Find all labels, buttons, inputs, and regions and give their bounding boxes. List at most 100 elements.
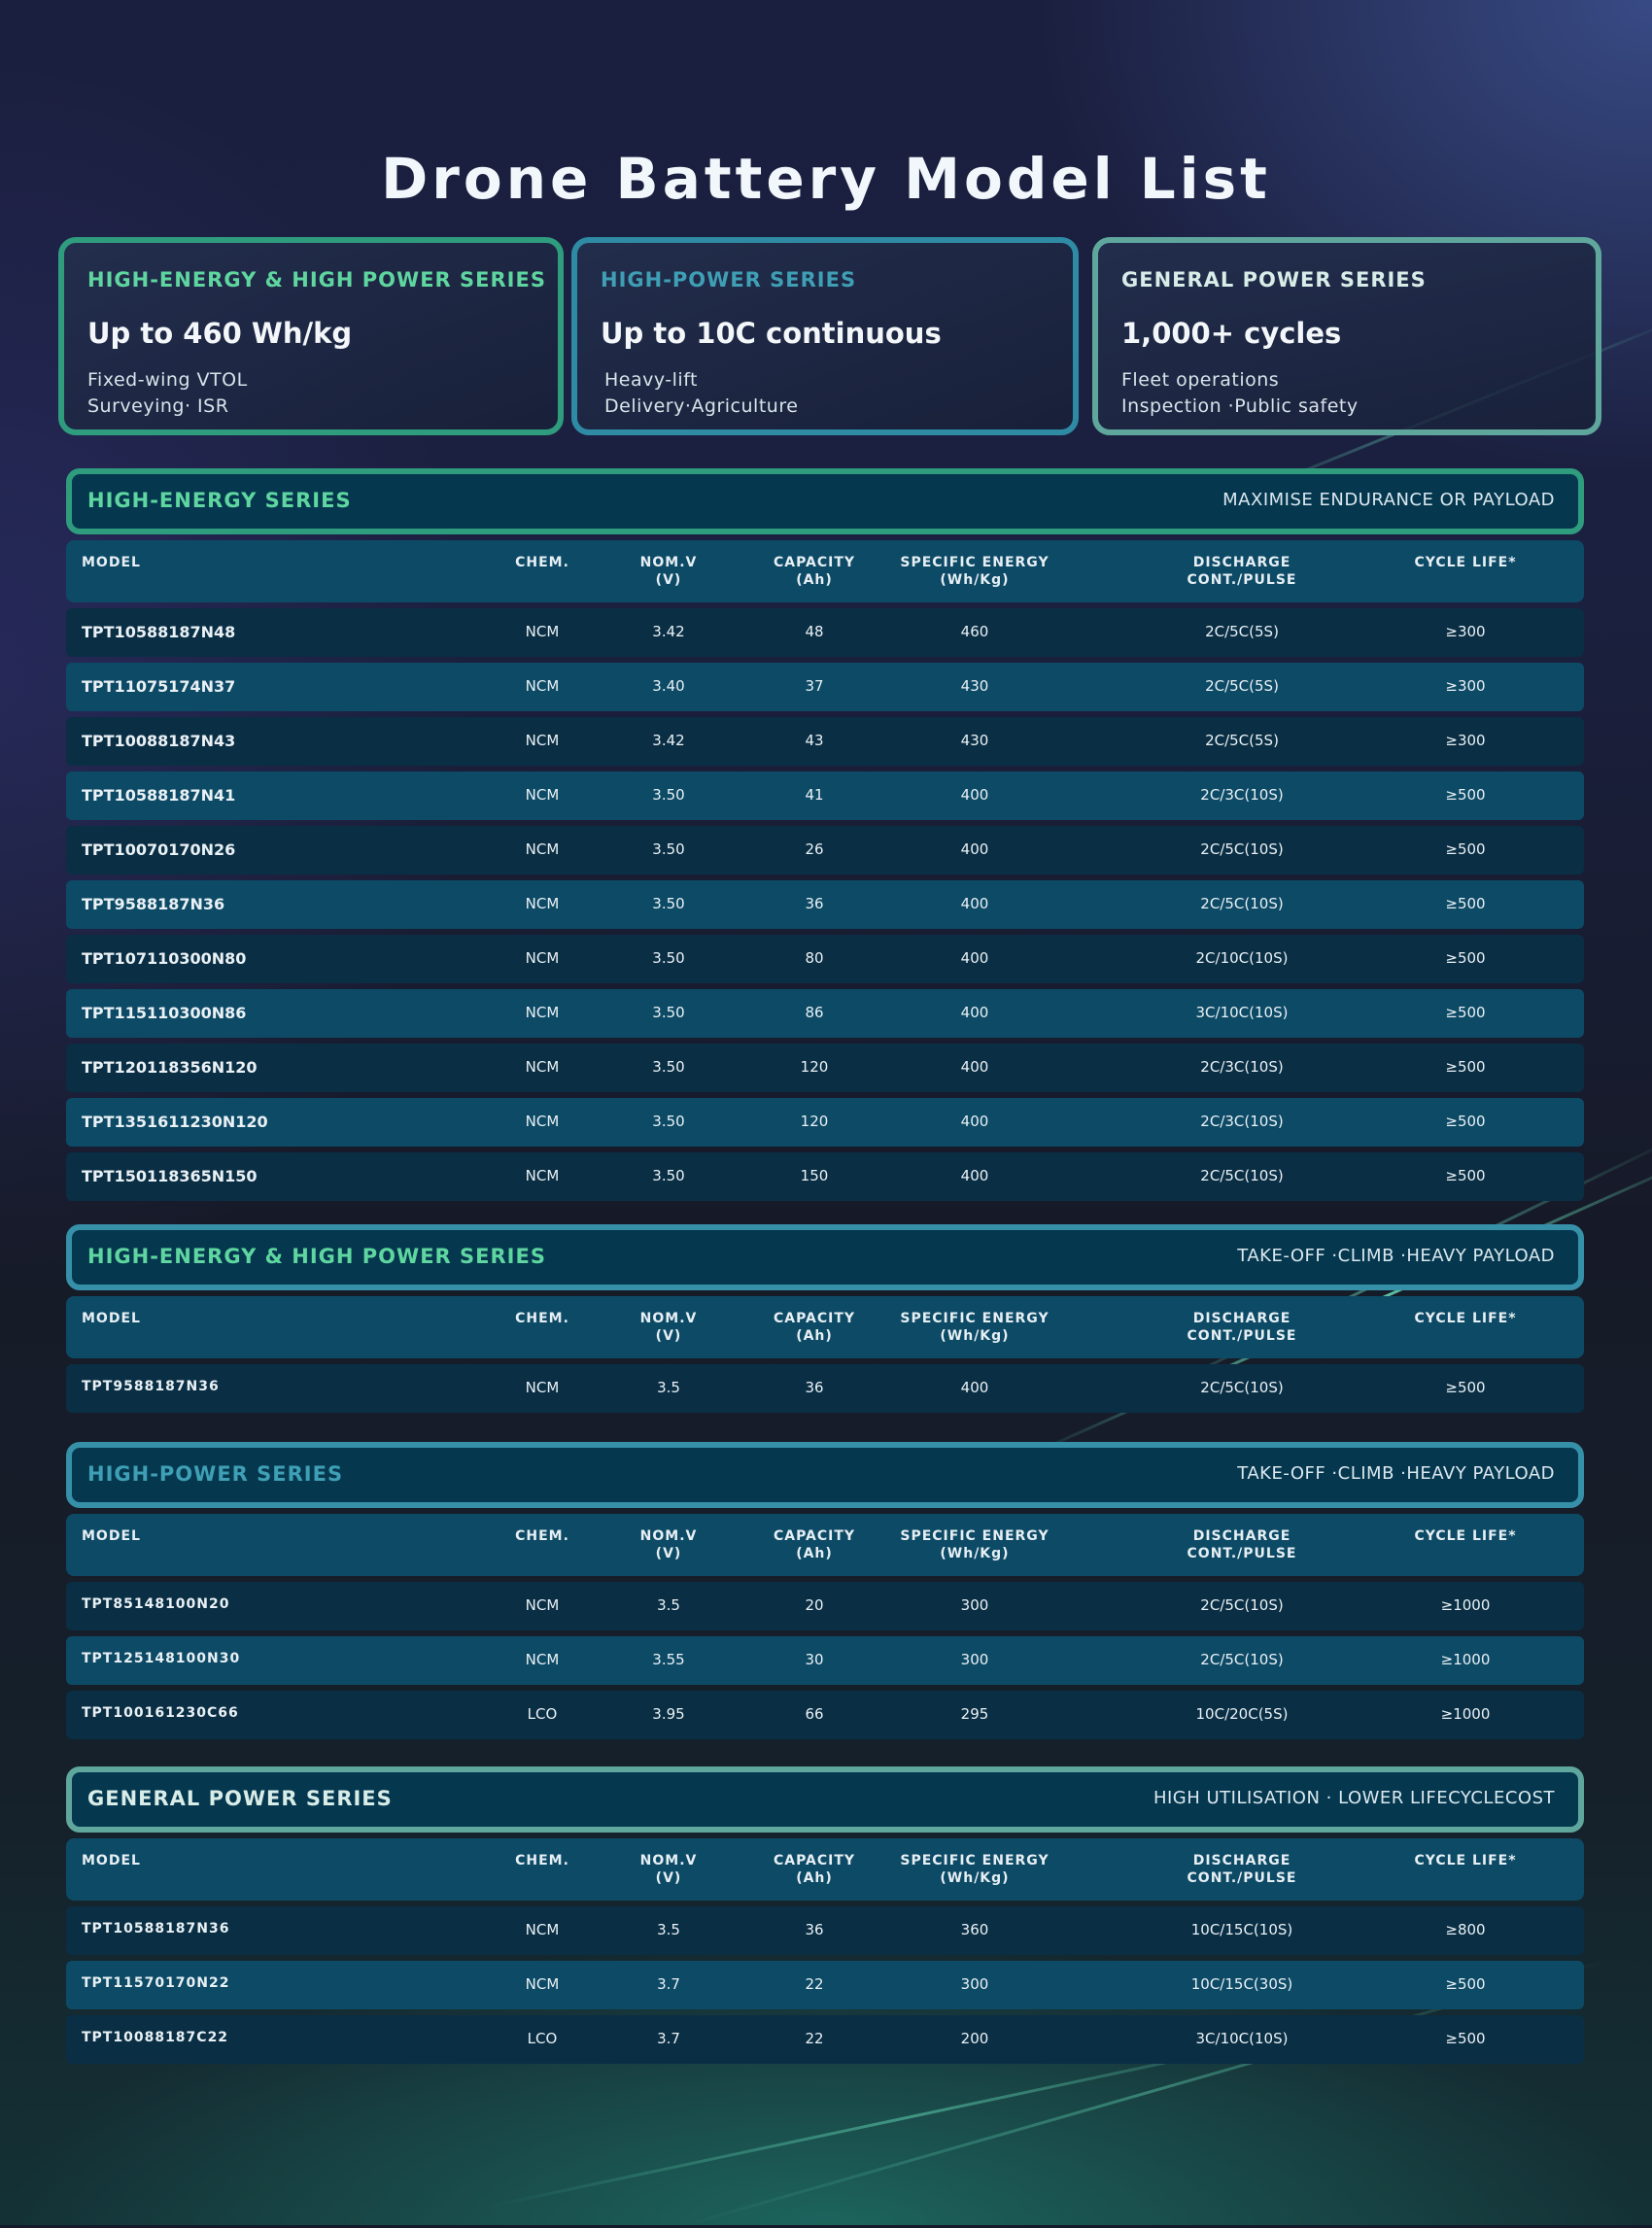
model-cell: TPT11570170N22 <box>82 1975 230 1991</box>
model-cell: TPT10588187N36 <box>82 1921 230 1937</box>
section-header: HIGH-ENERGY SERIES MAXIMISE ENDURANCE OR … <box>66 468 1584 534</box>
column-header-capacity: CAPACITY (Ah) <box>746 1310 882 1345</box>
specific-energy-cell: 400 <box>960 1379 989 1396</box>
table-row: TPT10588187N48 NCM 3.42 48 460 2C/5C(5S) ≥300 <box>66 608 1584 657</box>
discharge-cell: 3C/10C(10S) <box>1195 2030 1289 2047</box>
column-header-nom-v-label: NOM.V <box>639 1528 698 1544</box>
card-series-name: HIGH-POWER SERIES <box>601 268 857 291</box>
model-cell: TPT100161230C66 <box>82 1705 239 1721</box>
section-high-energy: HIGH-ENERGY SERIES MAXIMISE ENDURANCE OR … <box>66 468 1584 1201</box>
column-header-capacity-unit: (Ah) <box>796 1870 833 1886</box>
nominal-voltage-cell: 3.50 <box>652 949 685 967</box>
column-header-capacity: CAPACITY (Ah) <box>746 1852 882 1887</box>
discharge-cell: 2C/5C(10S) <box>1200 840 1284 858</box>
model-cell: TPT1351611230N120 <box>82 1113 268 1131</box>
card-use-line-1: Fleet operations <box>1121 369 1280 391</box>
card-use-line-1: Heavy-lift <box>604 369 698 391</box>
column-header-discharge-label: DISCHARGE <box>1192 1311 1291 1326</box>
column-header-capacity-label: CAPACITY <box>773 1528 856 1544</box>
cycle-life-cell: ≥1000 <box>1440 1651 1491 1668</box>
chemistry-cell: LCO <box>527 1705 558 1723</box>
cycle-life-cell: ≥300 <box>1445 732 1486 749</box>
specific-energy-cell: 400 <box>960 949 989 967</box>
column-header-nom-v-unit: (V) <box>655 1546 682 1561</box>
column-header-discharge-label: DISCHARGE <box>1192 1528 1291 1544</box>
column-header-nom-v: NOM.V (V) <box>610 1310 727 1345</box>
model-cell: TPT9588187N36 <box>82 895 225 913</box>
table-row: TPT11570170N22 NCM 3.7 22 300 10C/15C(30S) ≥50… <box>66 1961 1584 2009</box>
capacity-cell: 120 <box>800 1113 829 1130</box>
column-header-cycle-life: CYCLE LIFE* <box>1414 1528 1517 1544</box>
table-row: TPT10088187N43 NCM 3.42 43 430 2C/5C(5S) ≥300 <box>66 717 1584 766</box>
capacity-cell: 37 <box>805 677 824 695</box>
column-header-nom-v-label: NOM.V <box>639 1311 698 1326</box>
specific-energy-cell: 430 <box>960 677 989 695</box>
cycle-life-cell: ≥500 <box>1445 1975 1486 1993</box>
series-card-general-power: GENERAL POWER SERIES 1,000+ cycles Fleet… <box>1092 237 1601 435</box>
table-row: TPT125148100N30 NCM 3.55 30 300 2C/5C(10S) ≥10… <box>66 1636 1584 1685</box>
chemistry-cell: LCO <box>527 2030 558 2047</box>
capacity-cell: 41 <box>805 786 824 804</box>
column-header-discharge-sub: CONT./PULSE <box>1187 1546 1297 1561</box>
chemistry-cell: NCM <box>525 1651 560 1668</box>
discharge-cell: 2C/5C(10S) <box>1200 1651 1284 1668</box>
column-header-capacity-label: CAPACITY <box>773 1853 856 1868</box>
specific-energy-cell: 295 <box>960 1705 989 1723</box>
model-cell: TPT10088187N43 <box>82 732 236 750</box>
nominal-voltage-cell: 3.55 <box>652 1651 685 1668</box>
capacity-cell: 36 <box>805 895 824 912</box>
column-header-discharge: DISCHARGE CONT./PULSE <box>1125 1527 1359 1562</box>
discharge-cell: 2C/5C(10S) <box>1200 1167 1284 1184</box>
cycle-life-cell: ≥500 <box>1445 786 1486 804</box>
table-row: TPT10070170N26 NCM 3.50 26 400 2C/5C(10S) ≥500 <box>66 826 1584 874</box>
column-header-nom-v: NOM.V (V) <box>610 1527 727 1562</box>
model-cell: TPT120118356N120 <box>82 1058 258 1077</box>
model-cell: TPT107110300N80 <box>82 949 247 968</box>
section-tagline: TAKE-OFF ·CLIMB ·HEAVY PAYLOAD <box>1237 1246 1555 1266</box>
table-header: MODEL CHEM. NOM.V (V) CAPACITY (Ah) SPECIFIC E… <box>66 1838 1584 1901</box>
column-header-chem: CHEM. <box>515 1528 569 1544</box>
cycle-life-cell: ≥500 <box>1445 1004 1486 1021</box>
column-header-chem: CHEM. <box>515 1311 569 1326</box>
column-header-discharge: DISCHARGE CONT./PULSE <box>1125 554 1359 589</box>
column-header-capacity-label: CAPACITY <box>773 1311 856 1326</box>
table-row: TPT150118365N150 NCM 3.50 150 400 2C/5C(10S) ≥… <box>66 1152 1584 1201</box>
card-use-line-2: Inspection ·Public safety <box>1121 395 1359 417</box>
cycle-life-cell: ≥1000 <box>1440 1596 1491 1614</box>
discharge-cell: 2C/5C(10S) <box>1200 895 1284 912</box>
series-card-high-energy-high-power: HIGH-ENERGY & HIGH POWER SERIES Up to 46… <box>58 237 564 435</box>
column-header-discharge: DISCHARGE CONT./PULSE <box>1125 1852 1359 1887</box>
column-header-specific-energy-unit: (Wh/Kg) <box>940 1546 1010 1561</box>
specific-energy-cell: 300 <box>960 1975 989 1993</box>
nominal-voltage-cell: 3.5 <box>657 1921 680 1938</box>
chemistry-cell: NCM <box>525 840 560 858</box>
chemistry-cell: NCM <box>525 1167 560 1184</box>
capacity-cell: 120 <box>800 1058 829 1076</box>
capacity-cell: 22 <box>805 2030 824 2047</box>
column-header-capacity-label: CAPACITY <box>773 555 856 570</box>
capacity-cell: 48 <box>805 623 824 640</box>
chemistry-cell: NCM <box>525 949 560 967</box>
table-row: TPT120118356N120 NCM 3.50 120 400 2C/3C(10S) ≥… <box>66 1044 1584 1092</box>
capacity-cell: 30 <box>805 1651 824 1668</box>
nominal-voltage-cell: 3.50 <box>652 1004 685 1021</box>
capacity-cell: 80 <box>805 949 824 967</box>
section-high-power: HIGH-POWER SERIES TAKE-OFF ·CLIMB ·HEAVY … <box>66 1442 1584 1739</box>
table-row: TPT1351611230N120 NCM 3.50 120 400 2C/3C(10S)… <box>66 1098 1584 1147</box>
specific-energy-cell: 400 <box>960 786 989 804</box>
discharge-cell: 2C/3C(10S) <box>1200 786 1284 804</box>
capacity-cell: 36 <box>805 1379 824 1396</box>
nominal-voltage-cell: 3.50 <box>652 840 685 858</box>
column-header-discharge-sub: CONT./PULSE <box>1187 1328 1297 1344</box>
section-title: GENERAL POWER SERIES <box>87 1787 393 1810</box>
column-header-model: MODEL <box>82 555 141 570</box>
chemistry-cell: NCM <box>525 732 560 749</box>
cycle-life-cell: ≥500 <box>1445 2030 1486 2047</box>
capacity-cell: 66 <box>805 1705 824 1723</box>
model-cell: TPT115110300N86 <box>82 1004 247 1022</box>
nominal-voltage-cell: 3.7 <box>657 1975 680 1993</box>
column-header-specific-energy: SPECIFIC ENERGY (Wh/Kg) <box>882 1852 1067 1887</box>
series-card-high-power: HIGH-POWER SERIES Up to 10C continuous H… <box>571 237 1079 435</box>
nominal-voltage-cell: 3.40 <box>652 677 685 695</box>
discharge-cell: 2C/3C(10S) <box>1200 1113 1284 1130</box>
